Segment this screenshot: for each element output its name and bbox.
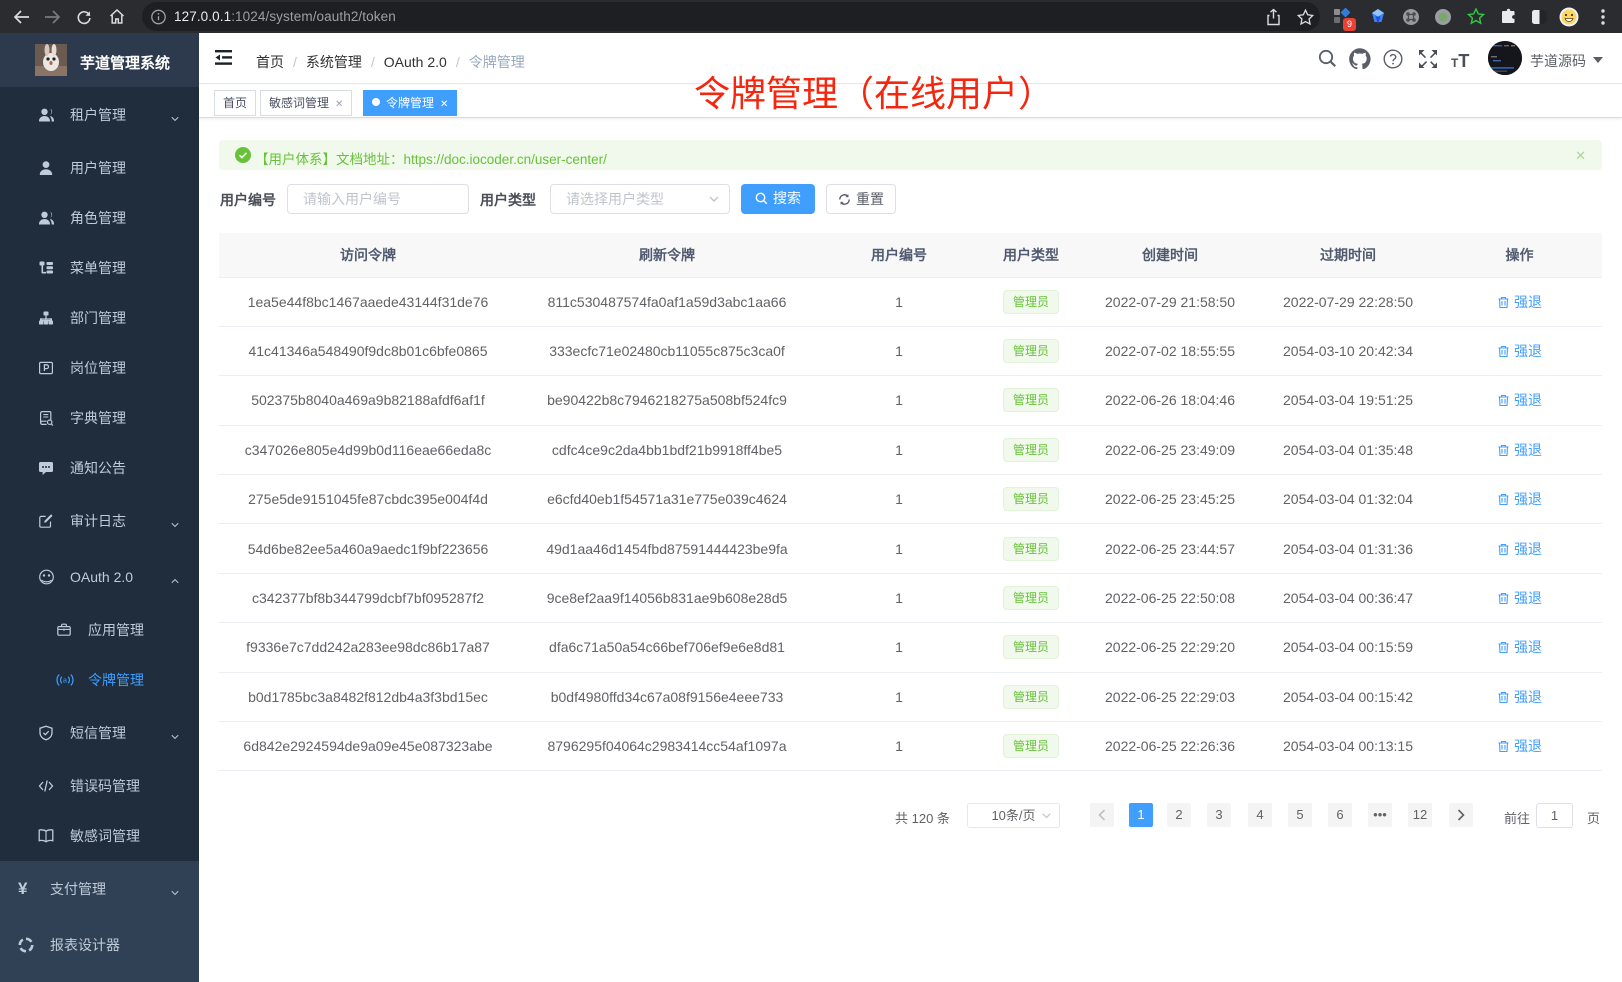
svg-text:a: a xyxy=(63,678,67,685)
